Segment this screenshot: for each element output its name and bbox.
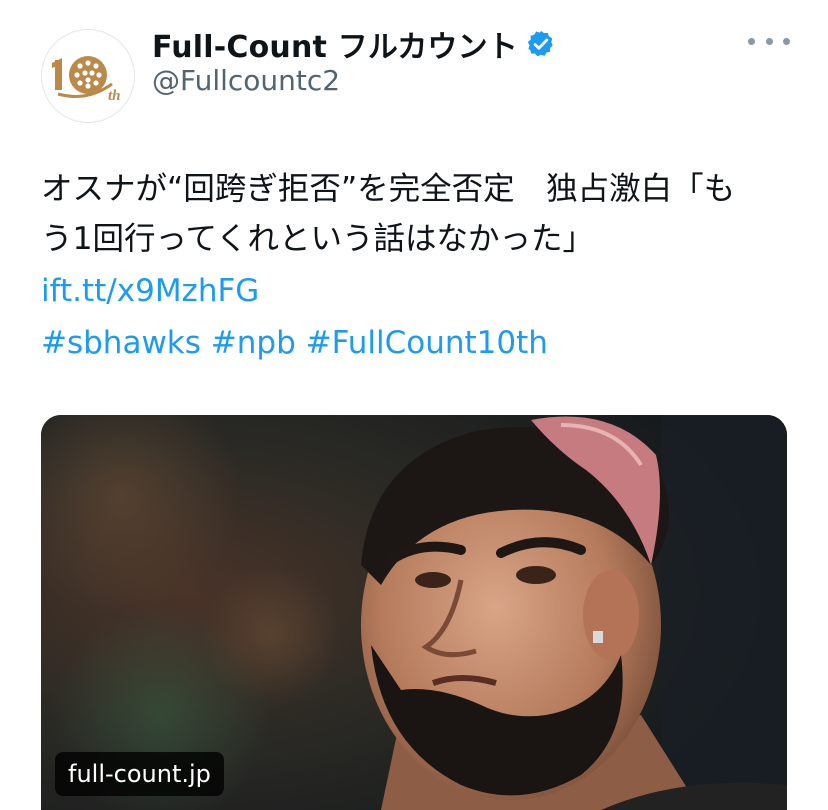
display-name-text[interactable]: Full-Count フルカウント [152,22,518,66]
avatar-text: th [108,88,121,104]
full-count-10th-logo-icon: th [52,56,121,104]
hashtag-sbhawks[interactable]: #sbhawks [41,325,201,361]
more-horizontal-icon [748,37,755,45]
more-dot [765,37,773,45]
account-handle[interactable]: @Fullcountc2 [152,64,340,97]
tweet-text-line: オスナが“回跨ぎ拒否”を完全否定 独占激白「も [41,171,736,207]
short-link[interactable]: ift.tt/x9MzhFG [41,271,259,311]
player-photo [41,415,787,810]
display-name[interactable]: Full-Count フルカウント [152,22,556,66]
tweet-text: オスナが“回跨ぎ拒否”を完全否定 独占激白「も う1回行ってくれという話はなかっ… [41,164,786,264]
more-dot [783,37,790,45]
card-domain-label: full-count.jp [55,752,224,796]
hashtags: #sbhawks #npb #FullCount10th [41,323,548,363]
tweet-text-line: う1回行ってくれという話はなかった」 [41,221,595,257]
avatar[interactable]: th [41,29,135,123]
hashtag-npb[interactable]: #npb [211,325,296,361]
verified-badge-icon [526,29,556,59]
hashtag-fullcount10th[interactable]: #FullCount10th [306,325,548,361]
more-options-button[interactable] [748,26,790,56]
link-card[interactable]: full-count.jp [41,415,787,810]
